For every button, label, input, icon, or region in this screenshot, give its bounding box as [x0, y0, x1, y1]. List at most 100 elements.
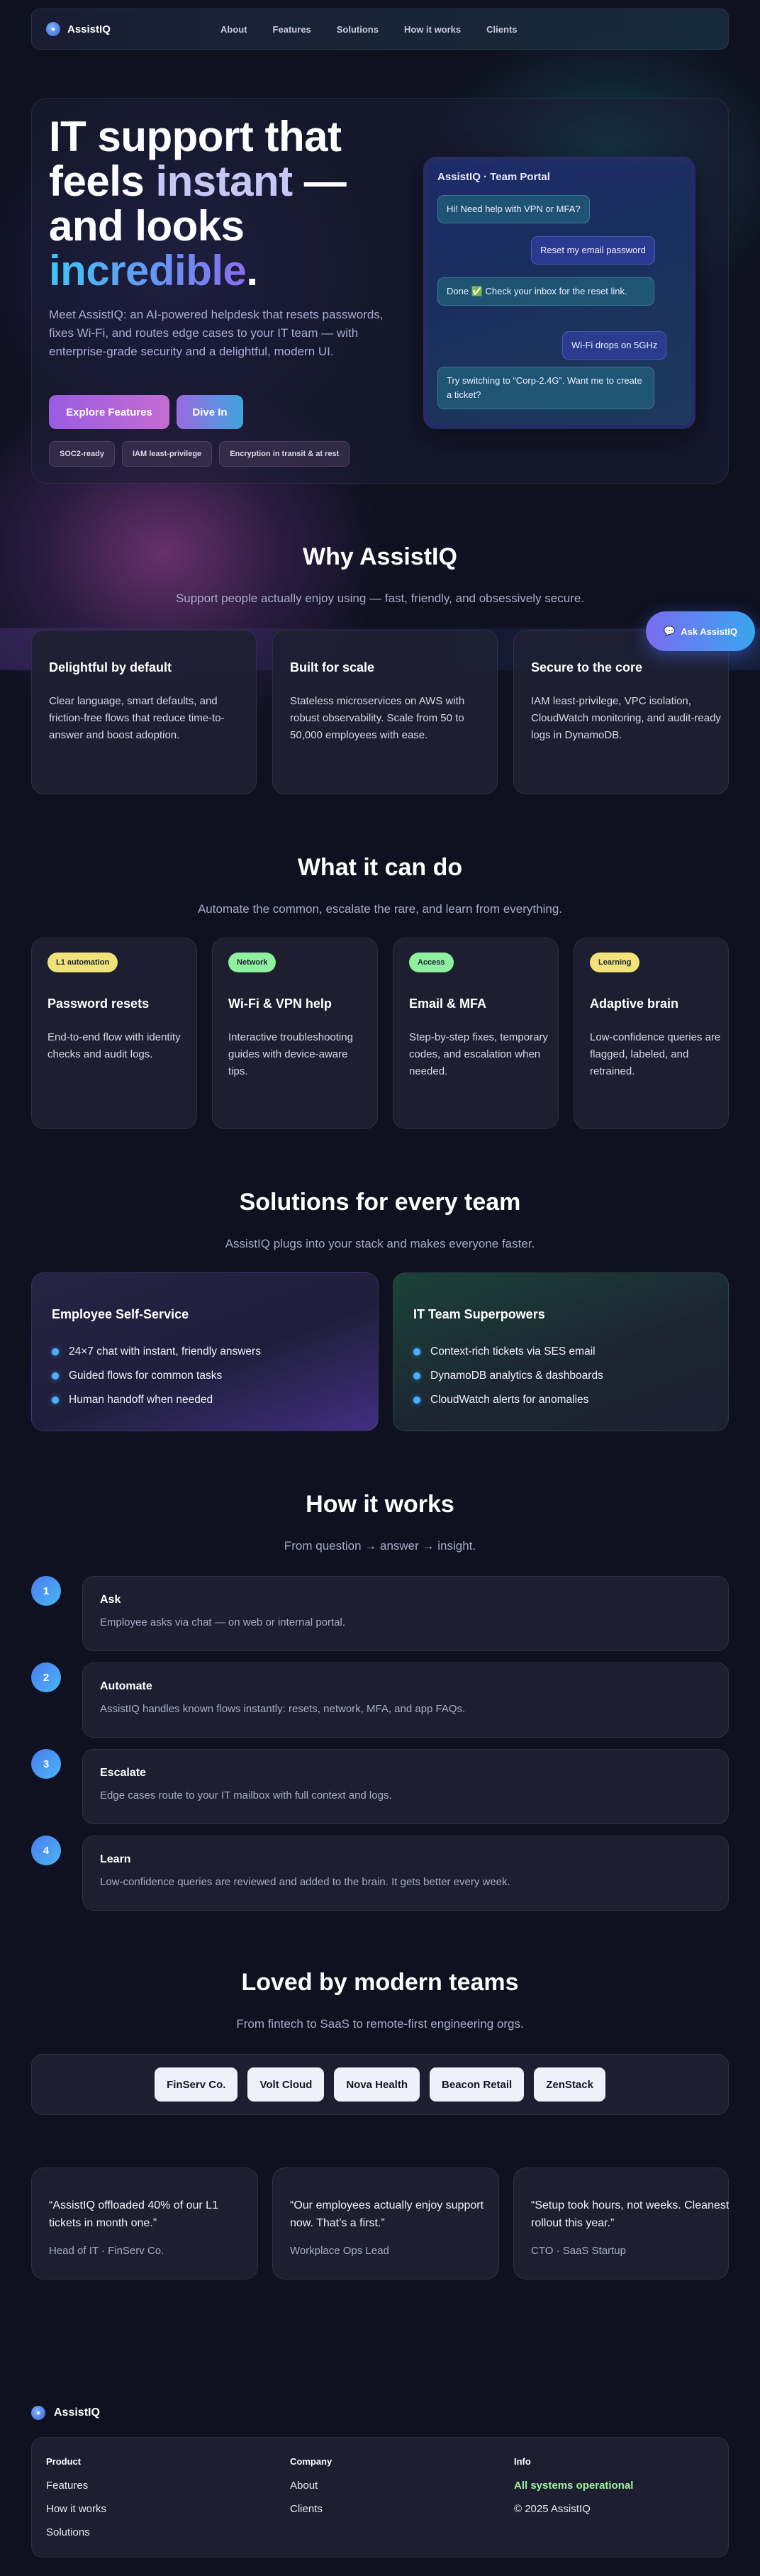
brand[interactable]: ● AssistIQ — [46, 22, 111, 36]
hero-title-line-2b: instant — [155, 157, 293, 205]
testimonial-quote: “AssistIQ offloaded 40% of our L1 ticket… — [49, 2199, 218, 2229]
chat-message-user: Wi-Fi drops on 5GHz — [562, 331, 667, 360]
features-subtitle: Automate the common, escalate the rare, … — [197, 902, 563, 916]
feature-card: Access Email & MFA Step-by-step fixes, t… — [393, 938, 559, 1129]
step-number-badge: 4 — [31, 1836, 61, 1865]
solutions-subtitle: AssistIQ plugs into your stack and makes… — [225, 1237, 535, 1250]
list-item-text: Human handoff when needed — [69, 1394, 213, 1406]
step-number-badge: 3 — [31, 1749, 61, 1779]
why-card-text: IAM least-privilege, VPC isolation, Clou… — [531, 695, 721, 741]
feature-tag: L1 automation — [48, 953, 118, 972]
bullet-dot-icon — [413, 1372, 420, 1379]
solutions-title: Solutions for every team — [239, 1189, 521, 1216]
feature-card-text: End-to-end flow with identity checks and… — [48, 1031, 181, 1060]
footer-col-product: Product Features How it works Solutions — [46, 2456, 106, 2550]
explore-features-button[interactable]: Explore Features — [49, 395, 169, 429]
step-title: Escalate — [100, 1767, 146, 1779]
list-item: DynamoDB analytics & dashboards — [413, 1364, 603, 1388]
hero-title-line-3: and looks — [49, 202, 245, 250]
list-item: CloudWatch alerts for anomalies — [413, 1388, 603, 1412]
testimonial-author: Workplace Ops Lead — [290, 2245, 389, 2257]
nav-link-solutions[interactable]: Solutions — [337, 24, 379, 35]
client-logo: Nova Health — [334, 2067, 420, 2102]
step-card: Ask Employee asks via chat — on web or i… — [82, 1576, 729, 1651]
hero-subtitle: Meet AssistIQ: an AI-powered helpdesk th… — [49, 308, 384, 358]
step-title: Automate — [100, 1680, 152, 1692]
team-portal-preview: AssistIQ · Team Portal Hi! Need help wit… — [423, 157, 695, 429]
bullet-dot-icon — [413, 1397, 420, 1404]
nav-link-how-it-works[interactable]: How it works — [404, 24, 461, 35]
footer-brand[interactable]: ● AssistIQ — [31, 2406, 100, 2420]
solution-card-title: IT Team Superpowers — [413, 1307, 545, 1321]
feature-tag: Learning — [590, 953, 640, 972]
why-card-title: Delightful by default — [49, 660, 172, 674]
hero-title-line-2a: feels — [49, 157, 156, 205]
clients-title: Loved by modern teams — [241, 1969, 519, 1996]
nav-link-clients[interactable]: Clients — [486, 24, 517, 35]
step-text: Employee asks via chat — on web or inter… — [100, 1616, 346, 1628]
feature-card: L1 automation Password resets End-to-end… — [31, 938, 197, 1129]
dive-in-button[interactable]: Dive In — [177, 395, 243, 429]
footer-link-how-it-works[interactable]: How it works — [46, 2503, 106, 2526]
bullet-dot-icon — [52, 1372, 59, 1379]
client-logos: FinServ Co. Volt Cloud Nova Health Beaco… — [31, 2054, 729, 2115]
client-logo: Beacon Retail — [430, 2067, 525, 2102]
step-card: Automate AssistIQ handles known flows in… — [82, 1662, 729, 1738]
client-logo: Volt Cloud — [247, 2067, 325, 2102]
nav-link-features[interactable]: Features — [273, 24, 311, 35]
hero-title: IT support that feels instant — and look… — [49, 114, 418, 293]
list-item: Context-rich tickets via SES email — [413, 1340, 603, 1364]
nav-link-about[interactable]: About — [220, 24, 247, 35]
footer-link-solutions[interactable]: Solutions — [46, 2526, 106, 2550]
footer-heading: Company — [290, 2456, 332, 2467]
step-card: Escalate Edge cases route to your IT mai… — [82, 1749, 729, 1824]
testimonial-quote: “Setup took hours, not weeks. Cleanest r… — [531, 2199, 730, 2229]
feature-card-text: Low-confidence queries are flagged, labe… — [590, 1031, 721, 1077]
features-title: What it can do — [297, 854, 463, 881]
chat-bubble-icon: 💬 — [664, 626, 676, 636]
copyright: © 2025 AssistIQ — [514, 2503, 591, 2515]
list-item-text: CloudWatch alerts for anomalies — [430, 1394, 589, 1406]
footer-heading: Product — [46, 2456, 82, 2467]
chat-message-bot: Done ✅ Check your inbox for the reset li… — [437, 277, 654, 306]
list-item-text: Context-rich tickets via SES email — [430, 1345, 596, 1358]
feature-card-text: Step-by-step fixes, temporary codes, and… — [409, 1031, 548, 1077]
chip-soc2: SOC2-ready — [49, 441, 115, 467]
why-card: Secure to the core IAM least-privilege, … — [513, 630, 729, 794]
step-text: AssistIQ handles known flows instantly: … — [100, 1703, 466, 1715]
solution-list: Context-rich tickets via SES email Dynam… — [413, 1340, 603, 1412]
footer-link-clients[interactable]: Clients — [290, 2503, 332, 2526]
hero-title-period: . — [246, 247, 258, 294]
why-title: Why AssistIQ — [303, 543, 457, 570]
step-number-badge: 1 — [31, 1576, 61, 1606]
logo-icon: ● — [31, 2406, 45, 2420]
footer-link-features[interactable]: Features — [46, 2480, 106, 2503]
bullet-dot-icon — [52, 1397, 59, 1404]
status-badge: All systems operational — [514, 2480, 634, 2492]
hero-section: IT support that feels instant — and look… — [31, 98, 729, 484]
feature-tag: Access — [409, 953, 454, 972]
footer-link-about[interactable]: About — [290, 2480, 332, 2503]
testimonial-card: “Our employees actually enjoy support no… — [272, 2167, 499, 2280]
list-item: Human handoff when needed — [52, 1388, 261, 1412]
step-title: Learn — [100, 1853, 131, 1865]
brand-name: AssistIQ — [67, 23, 111, 35]
hero-title-line-2c: — — [292, 157, 347, 205]
bullet-dot-icon — [52, 1348, 59, 1355]
solution-card-title: Employee Self-Service — [52, 1307, 189, 1321]
clients-subtitle: From fintech to SaaS to remote-first eng… — [236, 2017, 524, 2031]
step-text: Edge cases route to your IT mailbox with… — [100, 1789, 392, 1801]
footer: Product Features How it works Solutions … — [31, 2437, 729, 2558]
feature-card-title: Wi-Fi & VPN help — [228, 996, 332, 1011]
ask-assistiq-button[interactable]: 💬 Ask AssistIQ — [646, 611, 755, 651]
step-text: Low-confidence queries are reviewed and … — [100, 1876, 510, 1888]
hero-title-line-1: IT support that — [49, 113, 342, 160]
testimonial-author: Head of IT · FinServ Co. — [49, 2245, 164, 2257]
testimonial-card: “AssistIQ offloaded 40% of our L1 ticket… — [31, 2167, 258, 2280]
why-subtitle: Support people actually enjoy using — fa… — [175, 592, 585, 605]
why-card-title: Built for scale — [290, 660, 375, 674]
footer-col-company: Company About Clients — [290, 2456, 332, 2526]
why-card-text: Stateless microservices on AWS with robu… — [290, 695, 465, 741]
list-item: Guided flows for common tasks — [52, 1364, 261, 1388]
step-title: Ask — [100, 1594, 121, 1606]
